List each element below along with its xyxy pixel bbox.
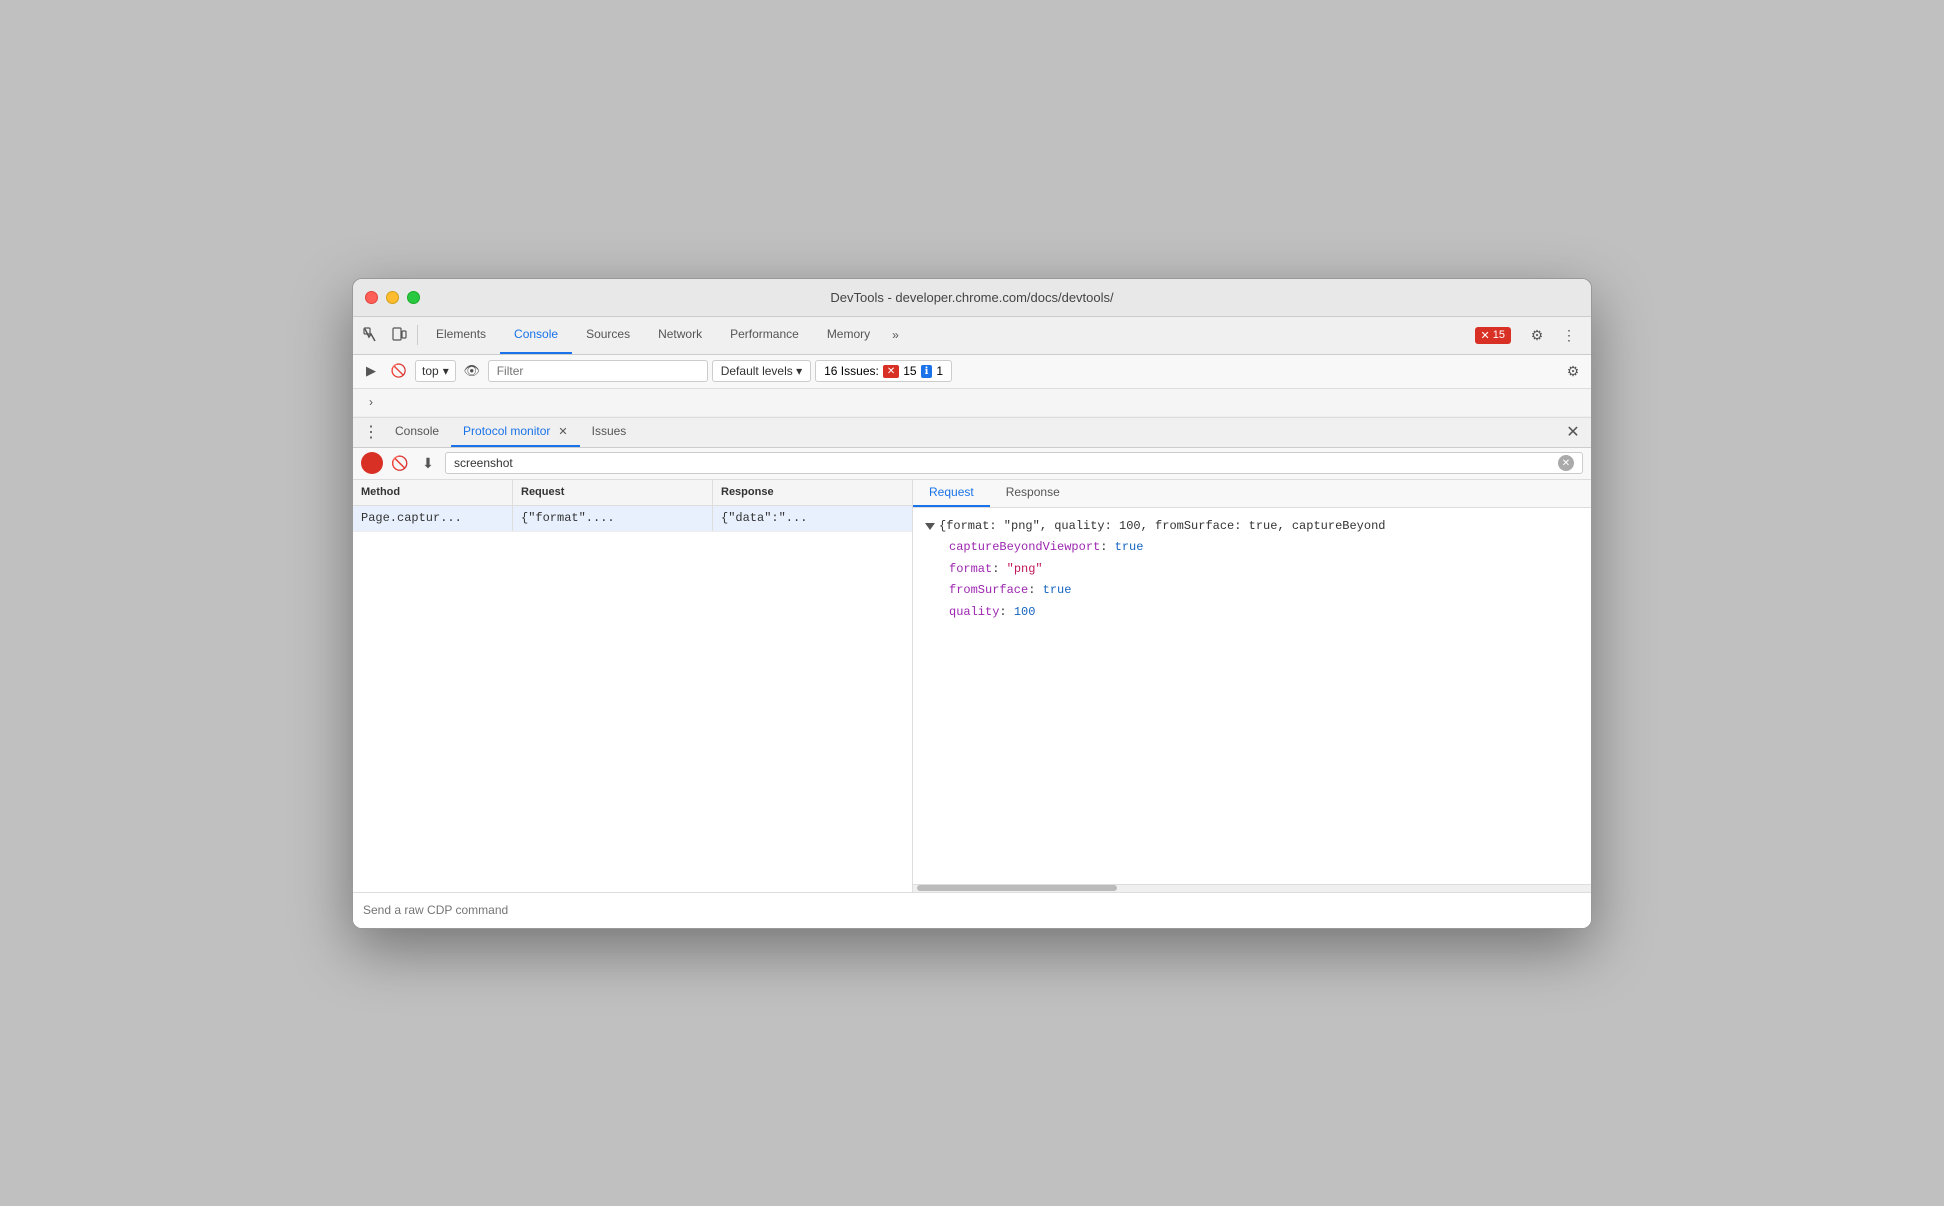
issues-badge: 16 Issues: ✕ 15 ℹ 1: [815, 360, 952, 382]
table-header: Method Request Response: [353, 480, 912, 506]
log-level-label: Default levels ▾: [721, 364, 802, 378]
show-live-expressions-button[interactable]: 👁: [460, 359, 484, 383]
col-header-response: Response: [713, 480, 912, 505]
horizontal-scrollbar[interactable]: [913, 884, 1591, 892]
log-level-dropdown[interactable]: Default levels ▾: [712, 360, 811, 382]
device-toolbar-button[interactable]: [385, 321, 413, 349]
json-value-3: 100: [1014, 605, 1036, 619]
drawer-close-button[interactable]: ✕: [1561, 420, 1585, 444]
traffic-lights: [365, 291, 420, 304]
nav-tabs: Elements Console Sources Network Perform…: [422, 316, 907, 354]
detail-tab-response[interactable]: Response: [990, 480, 1076, 507]
issues-info-count: 1: [936, 364, 943, 378]
issues-error-count: 15: [903, 364, 916, 378]
json-key-1: format: [949, 562, 992, 576]
drawer-tab-protocol-monitor[interactable]: Protocol monitor ✕: [451, 418, 580, 447]
issues-label: 16 Issues:: [824, 364, 879, 378]
clear-console-button[interactable]: 🚫: [387, 359, 411, 383]
tab-memory[interactable]: Memory: [813, 316, 884, 354]
json-header-line: {format: "png", quality: 100, fromSurfac…: [925, 516, 1579, 538]
maximize-button[interactable]: [407, 291, 420, 304]
devtools-panel: Elements Console Sources Network Perform…: [353, 317, 1591, 928]
error-count: 15: [1493, 329, 1505, 341]
top-toolbar: Elements Console Sources Network Perform…: [353, 317, 1591, 355]
tab-sources[interactable]: Sources: [572, 316, 644, 354]
drawer-tabs-bar: ⋮ Console Protocol monitor ✕ Issues ✕: [353, 418, 1591, 448]
expand-json-icon[interactable]: [925, 523, 935, 530]
filter-input[interactable]: [488, 360, 708, 382]
drawer-tab-protocol-monitor-label: Protocol monitor: [463, 424, 550, 438]
protocol-search-value: screenshot: [454, 456, 513, 470]
json-key-3: quality: [949, 605, 999, 619]
detail-content: {format: "png", quality: 100, fromSurfac…: [913, 508, 1591, 884]
col-header-method: Method: [353, 480, 513, 505]
more-tabs-button[interactable]: »: [884, 316, 907, 354]
clear-protocol-button[interactable]: 🚫: [389, 452, 411, 474]
issues-error-icon: ✕: [883, 365, 899, 378]
drawer-section: ⋮ Console Protocol monitor ✕ Issues ✕: [353, 417, 1591, 928]
protocol-body: Method Request Response Page.captur... {…: [353, 480, 1591, 892]
console-settings-button[interactable]: ⚙: [1561, 359, 1585, 383]
protocol-monitor-content: 🚫 ⬇ screenshot ✕ Method Request Respon: [353, 448, 1591, 928]
json-property-3: quality: 100: [949, 602, 1579, 624]
bottom-input-bar: [353, 892, 1591, 928]
json-key-2: fromSurface: [949, 583, 1028, 597]
json-property-0: captureBeyondViewport: true: [949, 537, 1579, 559]
json-header-text: {format: "png", quality: 100, fromSurfac…: [939, 516, 1385, 538]
detail-tab-request[interactable]: Request: [913, 480, 990, 507]
issues-info-icon: ℹ: [921, 365, 933, 378]
drawer-tab-console[interactable]: Console: [383, 418, 451, 447]
download-button[interactable]: ⬇: [417, 452, 439, 474]
expand-sidebar-button[interactable]: ›: [361, 391, 381, 413]
window-title: DevTools - developer.chrome.com/docs/dev…: [830, 290, 1113, 305]
detail-panel: Request Response {format: "png", quality…: [913, 480, 1591, 892]
col-header-request: Request: [513, 480, 713, 505]
error-count-badge: ✕ 15: [1475, 327, 1511, 344]
protocol-table: Method Request Response Page.captur... {…: [353, 480, 913, 892]
toolbar-separator: [417, 325, 418, 345]
cell-request: {"format"....: [513, 506, 713, 531]
json-value-0: true: [1115, 540, 1144, 554]
inspect-element-button[interactable]: [357, 321, 385, 349]
context-dropdown[interactable]: top ▾: [415, 360, 456, 382]
cell-method: Page.captur...: [353, 506, 513, 531]
cdp-command-input[interactable]: [363, 903, 1581, 917]
settings-button[interactable]: ⚙: [1523, 321, 1551, 349]
drawer-tab-issues-label: Issues: [592, 424, 627, 438]
record-button[interactable]: [361, 452, 383, 474]
detail-tabs: Request Response: [913, 480, 1591, 508]
title-bar: DevTools - developer.chrome.com/docs/dev…: [353, 279, 1591, 317]
context-label: top: [422, 364, 439, 378]
tab-network[interactable]: Network: [644, 316, 716, 354]
drawer-tab-console-label: Console: [395, 424, 439, 438]
json-value-2: true: [1043, 583, 1072, 597]
protocol-toolbar: 🚫 ⬇ screenshot ✕: [353, 448, 1591, 480]
tab-console[interactable]: Console: [500, 316, 572, 354]
tab-elements[interactable]: Elements: [422, 316, 500, 354]
protocol-search-box[interactable]: screenshot ✕: [445, 452, 1583, 474]
run-snippet-button[interactable]: ▶: [359, 359, 383, 383]
table-row[interactable]: Page.captur... {"format".... {"data":"..…: [353, 506, 912, 532]
sidebar-line: ›: [353, 389, 1591, 417]
protocol-search-clear-button[interactable]: ✕: [1558, 455, 1574, 471]
drawer-tab-issues[interactable]: Issues: [580, 418, 639, 447]
json-key-0: captureBeyondViewport: [949, 540, 1100, 554]
cell-response: {"data":"...: [713, 506, 912, 531]
drawer-menu-button[interactable]: ⋮: [359, 420, 383, 444]
minimize-button[interactable]: [386, 291, 399, 304]
json-value-1: "png": [1007, 562, 1043, 576]
error-x-icon: ✕: [1481, 329, 1490, 342]
json-property-2: fromSurface: true: [949, 580, 1579, 602]
drawer-tab-close-icon[interactable]: ✕: [558, 425, 567, 438]
json-property-1: format: "png": [949, 559, 1579, 581]
close-button[interactable]: [365, 291, 378, 304]
devtools-window: DevTools - developer.chrome.com/docs/dev…: [352, 278, 1592, 929]
dropdown-arrow-icon: ▾: [443, 364, 449, 378]
console-toolbar: ▶ 🚫 top ▾ 👁 Default levels ▾ 16 Issues: …: [353, 355, 1591, 389]
more-options-button[interactable]: ⋮: [1555, 321, 1583, 349]
scrollbar-thumb[interactable]: [917, 885, 1117, 891]
tab-performance[interactable]: Performance: [716, 316, 813, 354]
